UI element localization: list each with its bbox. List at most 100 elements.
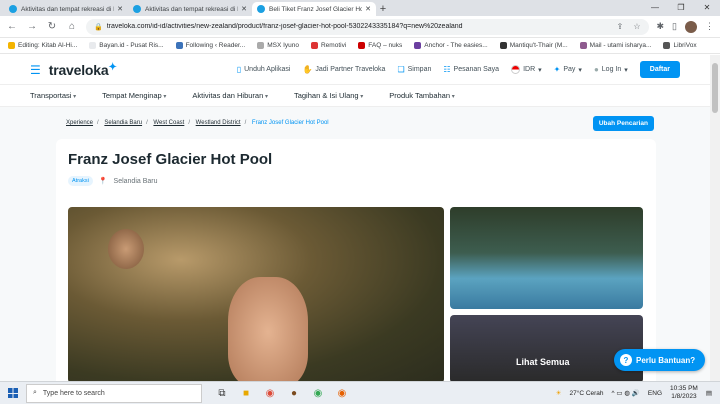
see-all-photo[interactable]: Lihat Semua: [450, 315, 643, 381]
browser-tab-1[interactable]: Aktivitas dan tempat rekreasi di I✕: [4, 2, 128, 16]
bookmark-item[interactable]: FAQ – nuks: [358, 42, 402, 49]
bookmark-item[interactable]: Bayan.id - Pusat Ris...: [89, 42, 163, 49]
bookmark-item[interactable]: Remotivi: [311, 42, 346, 49]
bookmark-label: Following ‹ Reader...: [186, 42, 246, 49]
bookmark-item[interactable]: Following ‹ Reader...: [176, 42, 246, 49]
side-photo[interactable]: [450, 207, 643, 309]
change-search-button[interactable]: Ubah Pencarian: [593, 116, 654, 131]
location-text: Selandia Baru: [114, 178, 158, 185]
minimize-icon[interactable]: —: [642, 0, 668, 14]
main-photo[interactable]: [68, 207, 444, 381]
windows-logo-icon: [8, 388, 18, 398]
notification-icon[interactable]: ▤: [706, 389, 712, 397]
profile-avatar[interactable]: [685, 21, 697, 33]
traveloka-logo[interactable]: traveloka✦: [49, 62, 117, 78]
breadcrumb-row: Xperience / Selandia Baru / West Coast / We…: [0, 107, 710, 131]
url-input[interactable]: 🔒 traveloka.com/id-id/activities/new-zea…: [86, 19, 649, 35]
bookmark-icon: [257, 42, 264, 49]
close-window-icon[interactable]: ✕: [694, 0, 720, 14]
bookmark-item[interactable]: Anchor - The easies...: [414, 42, 487, 49]
bookmark-label: Bayan.id - Pusat Ris...: [99, 42, 163, 49]
link-label: Pesanan Saya: [454, 66, 500, 73]
close-icon[interactable]: ✕: [365, 5, 371, 13]
tray-icons[interactable]: ^ ▭ ◍ 🔊: [612, 389, 640, 397]
bookmark-label: Mail - utami isharya...: [590, 42, 652, 49]
weather-text[interactable]: 27°C Cerah: [570, 390, 604, 397]
forward-icon[interactable]: →: [26, 21, 38, 33]
hamburger-icon[interactable]: ☰: [30, 63, 41, 77]
firefox-icon[interactable]: ◉: [332, 383, 352, 403]
reload-icon[interactable]: ↻: [46, 21, 58, 33]
close-icon[interactable]: ✕: [241, 5, 247, 13]
login-label: Log In: [602, 66, 621, 73]
user-icon: ●: [594, 65, 599, 74]
menu-transportasi[interactable]: Transportasi: [30, 91, 76, 100]
breadcrumb-link[interactable]: West Coast: [153, 120, 184, 126]
main-menu: Transportasi Tempat Menginap Aktivitas d…: [0, 85, 710, 107]
new-tab-button[interactable]: +: [376, 2, 390, 16]
menu-dots-icon[interactable]: ⋮: [705, 21, 714, 32]
app-icon[interactable]: ●: [284, 383, 304, 403]
register-button[interactable]: Daftar: [640, 61, 680, 78]
bookmarks-bar: Editing: Kitab Al-Hi... Bayan.id - Pusat…: [0, 38, 720, 54]
task-view-icon[interactable]: ⧉: [212, 383, 232, 403]
pay-menu[interactable]: ✦Pay ▾: [554, 65, 582, 74]
bookmark-item[interactable]: MSX Iyuno: [257, 42, 299, 49]
menu-tempat-menginap[interactable]: Tempat Menginap: [102, 91, 166, 100]
language-indicator[interactable]: ENG: [648, 390, 662, 397]
login-link[interactable]: ●Log In ▾: [594, 65, 628, 74]
menu-produk-tambahan[interactable]: Produk Tambahan: [389, 91, 454, 100]
breadcrumb-link[interactable]: Westland District: [196, 120, 241, 126]
bookmark-icon: [176, 42, 183, 49]
page-scrollbar[interactable]: [710, 55, 720, 381]
extensions-icon[interactable]: ✱: [657, 21, 665, 32]
my-orders-link[interactable]: ☷ Pesanan Saya: [443, 65, 499, 74]
browser-tab-2[interactable]: Aktivitas dan tempat rekreasi di I✕: [128, 2, 252, 16]
breadcrumb-separator: /: [188, 120, 190, 126]
logo-text: traveloka: [49, 62, 109, 78]
maximize-icon[interactable]: ❐: [668, 0, 694, 14]
home-icon[interactable]: ⌂: [66, 21, 78, 33]
breadcrumb-link[interactable]: Selandia Baru: [104, 120, 142, 126]
chrome-icon[interactable]: ◉: [308, 383, 328, 403]
scrollbar-thumb[interactable]: [712, 63, 718, 113]
chrome-icon[interactable]: ◉: [260, 383, 280, 403]
sidepanel-icon[interactable]: ▯: [672, 21, 677, 32]
receipt-icon: ☷: [443, 65, 450, 74]
download-app-link[interactable]: ▯Unduh Aplikasi: [237, 65, 291, 74]
taskbar-search-input[interactable]: ⌕ Type here to search: [26, 384, 202, 403]
app-icon[interactable]: ■: [236, 383, 256, 403]
tab-title: Aktivitas dan tempat rekreasi di I: [21, 6, 114, 13]
question-icon: ?: [620, 354, 632, 366]
close-icon[interactable]: ✕: [117, 5, 123, 13]
clock[interactable]: 10:35 PM 1/8/2023: [670, 385, 698, 401]
back-icon[interactable]: ←: [6, 21, 18, 33]
saved-link[interactable]: ❑Simpan: [397, 65, 431, 74]
traveloka-favicon: [257, 5, 265, 13]
partner-link[interactable]: ✋Jadi Partner Traveloka: [302, 65, 385, 74]
breadcrumb-separator: /: [146, 120, 148, 126]
breadcrumb-link[interactable]: Xperience: [66, 120, 93, 126]
bookmark-item[interactable]: Editing: Kitab Al-Hi...: [8, 42, 77, 49]
clock-date: 1/8/2023: [670, 393, 698, 401]
bookmark-icon: ❑: [397, 65, 404, 74]
bookmark-label: Editing: Kitab Al-Hi...: [18, 42, 77, 49]
taskbar-apps: ⧉ ■ ◉ ● ◉ ◉: [212, 383, 352, 403]
link-label: Jadi Partner Traveloka: [315, 66, 385, 73]
indonesia-flag-icon: [511, 65, 520, 74]
breadcrumb-separator: /: [97, 120, 99, 126]
currency-select[interactable]: IDR ▾: [511, 65, 542, 74]
bookmark-star-icon[interactable]: ☆: [633, 22, 640, 31]
help-button[interactable]: ? Perlu Bantuan?: [614, 349, 705, 371]
menu-tagihan[interactable]: Tagihan & Isi Ulang: [294, 91, 363, 100]
bookmark-item[interactable]: Mail - utami isharya...: [580, 42, 652, 49]
bookmark-icon: [89, 42, 96, 49]
share-icon[interactable]: ⇪: [617, 22, 624, 31]
search-placeholder: Type here to search: [43, 390, 105, 397]
browser-tab-3[interactable]: Beli Tiket Franz Josef Glacier Hot✕: [252, 2, 376, 16]
bookmark-item[interactable]: Mantiqu't-Thair (M...: [500, 42, 568, 49]
start-button[interactable]: [0, 382, 26, 405]
bookmark-item[interactable]: LibriVox: [663, 42, 696, 49]
pay-label: Pay: [563, 66, 575, 73]
menu-aktivitas[interactable]: Aktivitas dan Hiburan: [192, 91, 268, 100]
